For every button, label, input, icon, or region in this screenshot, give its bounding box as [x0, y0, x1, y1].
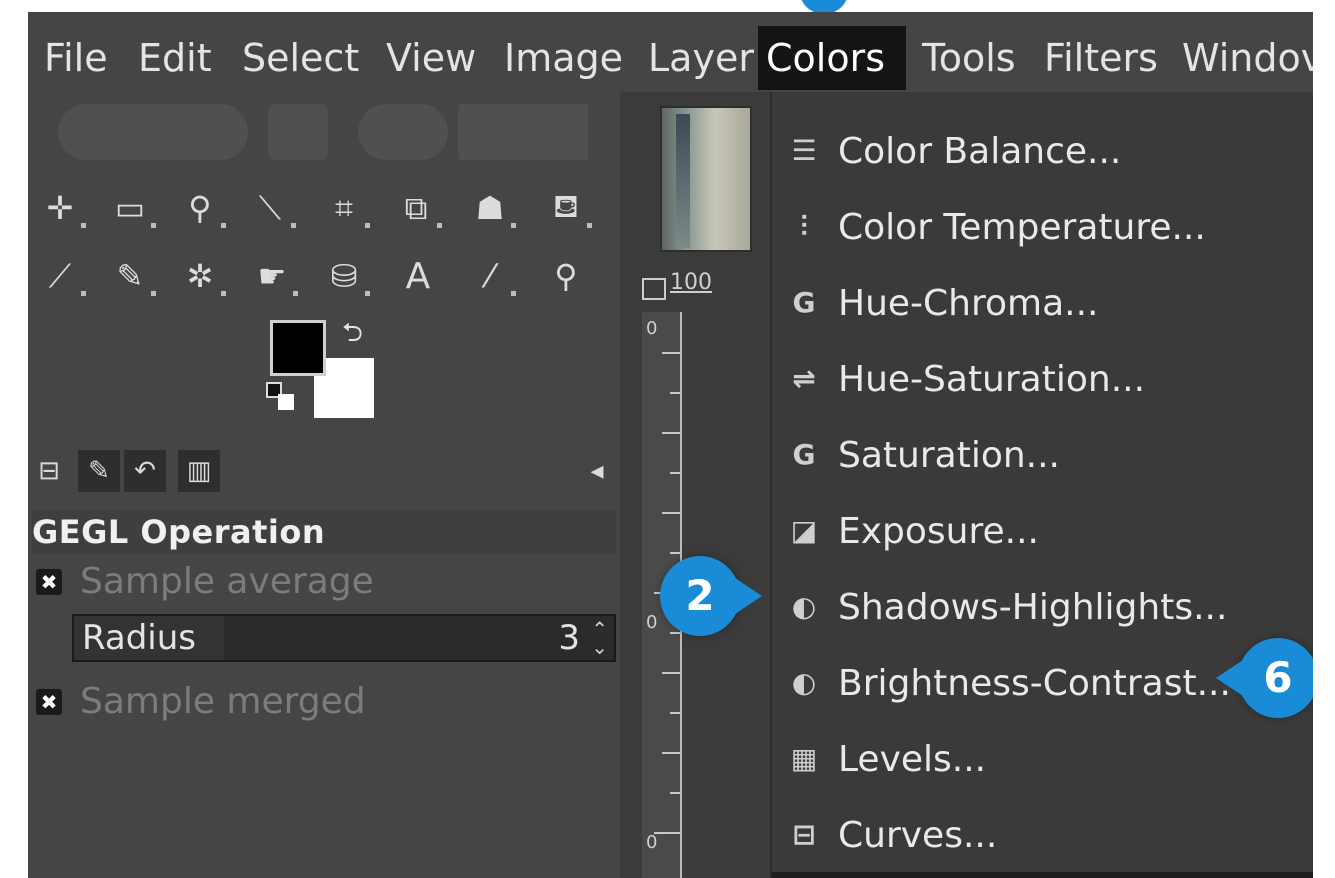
callout-badge-6: 6 — [1216, 638, 1313, 718]
gimp-window: File Edit Select View Image Layer Colors… — [28, 12, 1313, 878]
hue-saturation-icon: ⇌ — [792, 362, 816, 395]
fuzzy-select-icon[interactable]: ⟍ — [248, 186, 296, 230]
menu-item-hue-saturation[interactable]: ⇌ Hue-Saturation... — [772, 342, 1313, 418]
menu-view[interactable]: View — [378, 26, 484, 90]
menu-windows[interactable]: Windov — [1174, 26, 1313, 90]
menu-item-exposure[interactable]: ◪ Exposure... — [772, 494, 1313, 570]
radius-spinbox[interactable]: Radius 3 ⌃ ⌄ — [72, 614, 616, 662]
zoom-navigate-icon[interactable] — [642, 278, 666, 300]
dock-menu-icon[interactable]: ◂ — [576, 450, 618, 492]
sample-average-row[interactable]: ✖ Sample average — [36, 560, 416, 604]
lasso-icon[interactable]: ⚲ — [178, 186, 226, 230]
menu-item-levels[interactable]: ▦ Levels... — [772, 722, 1313, 798]
menu-item-color-balance[interactable]: ☰ Color Balance... — [772, 114, 1313, 190]
images-icon[interactable]: ▥ — [178, 450, 220, 492]
sample-average-checkbox[interactable]: ✖ — [36, 569, 62, 595]
menu-colors[interactable]: Colors — [758, 26, 906, 90]
toolbox: ✛ ▭ ⚲ ⟍ ⌗ ⧉ ☗ ⛾ ⟋ ✎ ✲ ☛ ⛁ A ⁄ ⚲ ⮌ ⊟ ✎ ↶ … — [28, 92, 620, 878]
menu-item-shadows-highlights[interactable]: ◐ Shadows-Highlights... — [772, 570, 1313, 646]
foreground-color-swatch[interactable] — [270, 320, 326, 376]
clone-icon[interactable]: ⛁ — [322, 254, 370, 298]
color-temperature-icon: ⫶ — [800, 210, 808, 243]
eraser-icon[interactable]: ✎ — [108, 254, 156, 298]
device-status-icon[interactable]: ✎ — [78, 450, 120, 492]
menu-select[interactable]: Select — [234, 26, 367, 90]
spin-arrows-icon[interactable]: ⌃ ⌄ — [591, 619, 608, 657]
ruler-label: 0 — [646, 612, 658, 633]
smudge-icon[interactable]: ☛ — [250, 254, 298, 298]
color-picker-icon[interactable]: ⁄ — [468, 254, 516, 298]
menu-image[interactable]: Image — [496, 26, 631, 90]
move-tool-icon[interactable]: ✛ — [38, 186, 86, 230]
menu-file[interactable]: File — [36, 26, 116, 90]
screenshot-stage: File Edit Select View Image Layer Colors… — [0, 0, 1335, 878]
exposure-icon: ◪ — [790, 514, 818, 547]
radius-label: Radius — [82, 618, 197, 658]
shadows-highlights-icon: ◐ — [791, 590, 817, 623]
menu-layer[interactable]: Layer — [640, 26, 762, 90]
ruler-label: 0 — [646, 832, 658, 853]
menu-filters[interactable]: Filters — [1036, 26, 1166, 90]
bucket-fill-icon[interactable]: ⛾ — [544, 186, 592, 230]
gegl-icon: G — [792, 286, 816, 319]
transform-icon[interactable]: ⧉ — [394, 186, 442, 230]
text-icon[interactable]: A — [396, 254, 440, 298]
dock-tabs: ⊟ ✎ ↶ ▥ ◂ — [28, 442, 620, 500]
menu-item-hue-chroma[interactable]: G Hue-Chroma... — [772, 266, 1313, 342]
brush-preview-strip — [58, 104, 588, 160]
color-balance-icon: ☰ — [791, 134, 817, 167]
swap-colors-icon[interactable]: ⮌ — [342, 314, 363, 358]
crop-icon[interactable]: ⌗ — [322, 186, 370, 230]
warp-icon[interactable]: ☗ — [468, 186, 516, 230]
menu-item-color-temperature[interactable]: ⫶ Color Temperature... — [772, 190, 1313, 266]
curves-icon: ⊟ — [792, 818, 816, 851]
menubar: File Edit Select View Image Layer Colors… — [28, 12, 1313, 92]
paintbrush-icon[interactable]: ⟋ — [38, 254, 86, 298]
gegl-icon: G — [792, 438, 816, 471]
menu-tools[interactable]: Tools — [914, 26, 1024, 90]
brightness-contrast-icon: ◐ — [791, 666, 817, 699]
menu-bottom-edge — [772, 872, 1313, 878]
zoom-icon[interactable]: ⚲ — [544, 254, 588, 298]
reset-colors-icon[interactable] — [266, 382, 296, 410]
undo-history-icon[interactable]: ↶ — [124, 450, 166, 492]
rect-select-icon[interactable]: ▭ — [108, 186, 156, 230]
menu-edit[interactable]: Edit — [130, 26, 220, 90]
sample-average-label: Sample average — [80, 561, 374, 602]
canvas-area: 100 0 0 0 — [620, 92, 770, 878]
colors-menu-dropdown: ☰ Color Balance... ⫶ Color Temperature..… — [770, 92, 1313, 878]
tool-options-icon[interactable]: ⊟ — [28, 450, 70, 492]
menu-item-curves[interactable]: ⊟ Curves... — [772, 798, 1313, 874]
airbrush-icon[interactable]: ✲ — [178, 254, 226, 298]
callout-badge-2: 2 — [660, 556, 762, 636]
zoom-label: 100 — [670, 270, 712, 295]
sample-merged-checkbox[interactable]: ✖ — [36, 689, 62, 715]
sample-merged-row[interactable]: ✖ Sample merged — [36, 680, 416, 724]
sample-merged-label: Sample merged — [80, 681, 366, 722]
tool-options-title: GEGL Operation — [32, 510, 616, 554]
levels-icon: ▦ — [790, 742, 818, 775]
radius-value: 3 — [558, 618, 580, 658]
menu-item-saturation[interactable]: G Saturation... — [772, 418, 1313, 494]
ruler-label: 0 — [646, 318, 658, 339]
image-thumbnail[interactable] — [660, 106, 752, 252]
